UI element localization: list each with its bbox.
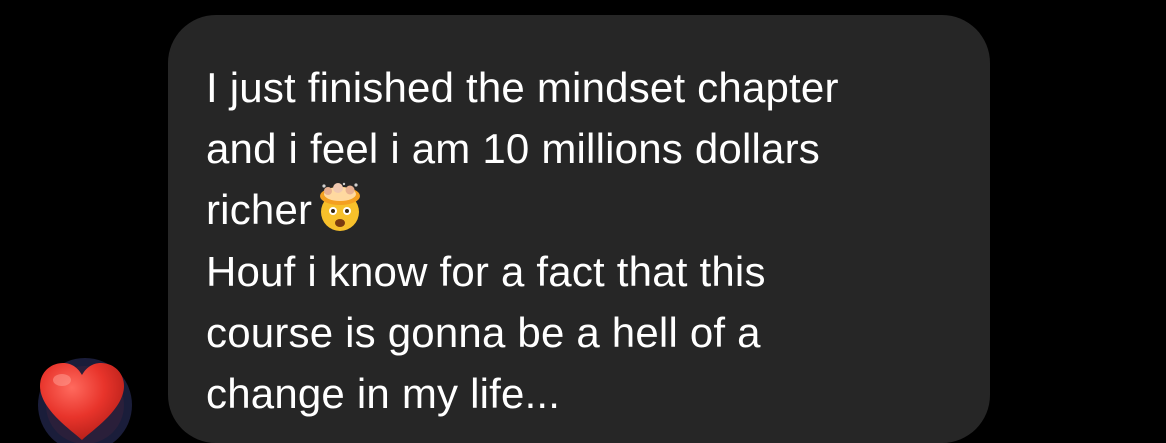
message-line-5: course is gonna be a hell of a bbox=[206, 309, 761, 356]
message-bubble[interactable]: I just finished the mindset chapter and … bbox=[168, 15, 990, 443]
exploding-head-emoji-icon bbox=[320, 182, 361, 231]
heart-reaction-icon[interactable] bbox=[34, 360, 130, 443]
message-line-4: Houf i know for a fact that this bbox=[206, 248, 766, 295]
message-line-2: and i feel i am 10 millions dollars bbox=[206, 125, 820, 172]
message-line-3: richer bbox=[206, 179, 960, 240]
chat-screen: I just finished the mindset chapter and … bbox=[0, 0, 1166, 443]
message-line-3-text: richer bbox=[206, 186, 313, 233]
message-line-6: change in my life... bbox=[206, 370, 561, 417]
message-line-1: I just finished the mindset chapter bbox=[206, 64, 839, 111]
